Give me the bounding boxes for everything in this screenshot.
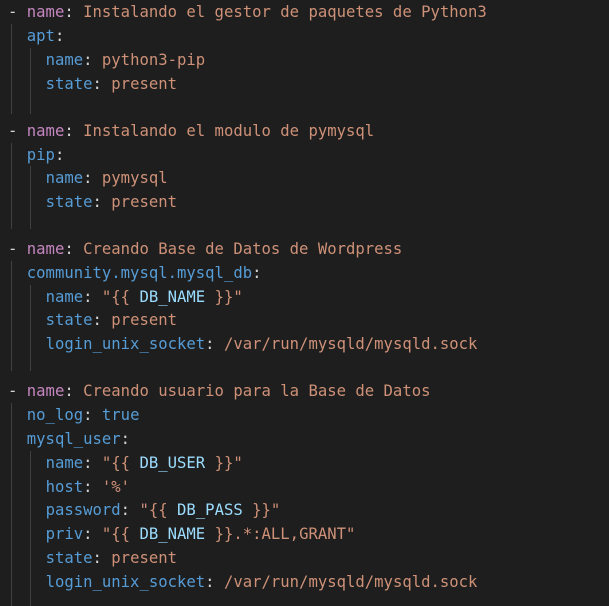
yaml-value: Creando usuario para la Base de Datos (83, 382, 431, 400)
yaml-key: login_unix_socket (45, 335, 206, 353)
yaml-value: pymysql (101, 169, 168, 187)
list-dash: - (8, 122, 18, 140)
code-line[interactable]: password: "{{ DB_PASS }}" (8, 498, 281, 522)
yaml-key: name (26, 122, 65, 140)
yaml-value: Instalando el modulo de pymysql (83, 122, 375, 140)
yaml-value: '%' (101, 478, 131, 496)
code-line[interactable]: name: "{{ DB_NAME }}" (8, 285, 243, 309)
yaml-key: host (45, 478, 84, 496)
yaml-value: present (111, 549, 178, 567)
code-line[interactable]: login_unix_socket: /var/run/mysqld/mysql… (8, 332, 478, 356)
yaml-key: state (45, 75, 93, 93)
yaml-key: name (26, 240, 65, 258)
yaml-value: python3-pip (101, 51, 206, 69)
yaml-value: "{{ (139, 501, 178, 519)
yaml-key: apt (26, 27, 55, 45)
code-line[interactable]: - name: Creando usuario para la Base de … (8, 379, 431, 403)
code-line[interactable]: community.mysql.mysql_db: (8, 261, 262, 285)
yaml-boolean: true (101, 406, 140, 424)
yaml-value: present (111, 311, 178, 329)
code-line[interactable]: state: present (8, 190, 177, 214)
code-line[interactable]: state: present (8, 308, 177, 332)
yaml-value: /var/run/mysqld/mysqld.sock (223, 335, 478, 353)
yaml-key: name (45, 169, 84, 187)
yaml-key: no_log (26, 406, 84, 424)
code-editor[interactable]: - name: Instalando el gestor de paquetes… (0, 0, 609, 606)
yaml-key: name (26, 382, 65, 400)
yaml-key: login_unix_socket (45, 573, 206, 591)
yaml-key: priv (45, 525, 84, 543)
yaml-key: mysql_user (26, 430, 121, 448)
yaml-key: state (45, 311, 93, 329)
list-dash: - (8, 382, 18, 400)
code-line[interactable]: state: present (8, 546, 177, 570)
code-line[interactable]: host: '%' (8, 475, 131, 499)
yaml-value: "{{ (101, 454, 140, 472)
template-variable: DB_NAME (139, 288, 206, 306)
code-line[interactable]: pip: (8, 143, 65, 167)
yaml-key: state (45, 549, 93, 567)
yaml-value: Instalando el gestor de paquetes de Pyth… (83, 3, 487, 21)
template-variable: DB_PASS (177, 501, 243, 519)
yaml-key: name (45, 454, 84, 472)
yaml-key: community.mysql.mysql_db (26, 264, 253, 282)
list-dash: - (8, 240, 18, 258)
yaml-value: }}.*:ALL,GRANT" (205, 525, 356, 543)
yaml-key: password (45, 501, 121, 519)
yaml-value: }}" (205, 454, 243, 472)
yaml-key: name (26, 3, 65, 21)
code-line[interactable]: apt: (8, 24, 65, 48)
template-variable: DB_NAME (139, 525, 206, 543)
code-line[interactable]: priv: "{{ DB_NAME }}.*:ALL,GRANT" (8, 522, 356, 546)
yaml-value: }}" (205, 288, 243, 306)
list-dash: - (8, 3, 18, 21)
template-variable: DB_USER (139, 454, 206, 472)
yaml-value: }}" (242, 501, 281, 519)
yaml-key: pip (26, 146, 55, 164)
yaml-value: Creando Base de Datos de Wordpress (83, 240, 403, 258)
code-line[interactable]: login_unix_socket: /var/run/mysqld/mysql… (8, 570, 478, 594)
yaml-value: present (111, 75, 178, 93)
code-line[interactable]: state: present (8, 72, 177, 96)
code-line[interactable]: name: "{{ DB_USER }}" (8, 451, 243, 475)
code-line[interactable]: mysql_user: (8, 427, 130, 451)
yaml-value: present (111, 193, 178, 211)
code-line[interactable]: - name: Creando Base de Datos de Wordpre… (8, 237, 402, 261)
yaml-value: /var/run/mysqld/mysqld.sock (223, 573, 478, 591)
code-line[interactable]: no_log: true (8, 403, 140, 427)
yaml-key: name (45, 51, 84, 69)
yaml-value: "{{ (101, 288, 140, 306)
code-line[interactable]: - name: Instalando el gestor de paquetes… (8, 0, 487, 24)
yaml-key: state (45, 193, 93, 211)
yaml-value: "{{ (101, 525, 140, 543)
code-line[interactable]: - name: Instalando el modulo de pymysql (8, 119, 374, 143)
code-line[interactable]: name: pymysql (8, 166, 168, 190)
code-line[interactable]: name: python3-pip (8, 48, 206, 72)
yaml-key: name (45, 288, 84, 306)
